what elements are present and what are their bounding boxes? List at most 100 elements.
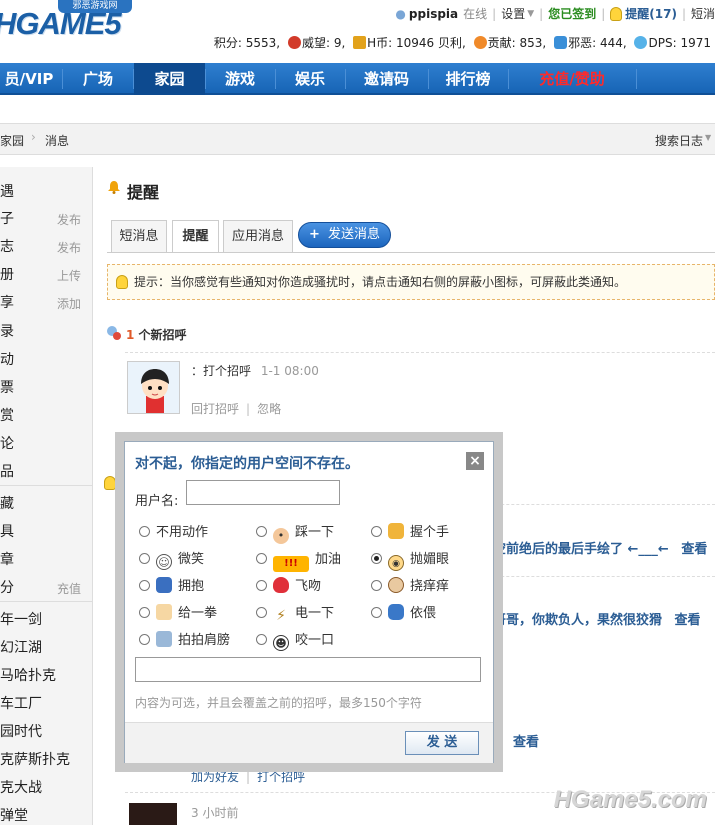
sidebar-item[interactable]: 克萨斯扑克 — [0, 749, 93, 769]
sidebar-item[interactable]: 品 — [0, 461, 93, 481]
nav-item-entertainment[interactable]: 娱乐 — [275, 63, 346, 95]
greet-link[interactable]: 打个招呼 — [257, 770, 305, 784]
sidebar-item[interactable]: 幻江湖 — [0, 637, 93, 657]
radio-button[interactable] — [256, 526, 267, 537]
radio-button[interactable] — [371, 580, 382, 591]
send-button[interactable]: 发 送 — [405, 731, 479, 755]
sidebar-action[interactable]: 上传 — [57, 267, 81, 284]
sidebar-item[interactable]: 年一剑 — [0, 609, 93, 629]
add-friend-link[interactable]: 加为好友 — [191, 770, 239, 784]
sidebar-item[interactable]: 享 添加 — [0, 292, 93, 312]
sidebar-item-label: 藏 — [0, 496, 14, 512]
option-bite[interactable]: ☻ 咬一口 — [256, 629, 334, 651]
option-smile[interactable]: ☺ 微笑 — [139, 548, 204, 570]
tab-short-message[interactable]: 短消息 — [111, 220, 167, 252]
sidebar-item[interactable]: 分 充值 — [0, 577, 93, 597]
option-tickle[interactable]: 挠痒痒 — [371, 575, 449, 594]
user-icon: ● — [395, 6, 406, 21]
nav-item-games[interactable]: 游戏 — [205, 63, 276, 95]
ignore-link[interactable]: 忽略 — [257, 402, 281, 416]
option-shock[interactable]: ⚡ 电一下 — [256, 602, 334, 624]
sidebar-item[interactable]: 遇 — [0, 181, 93, 201]
sidebar-item[interactable]: 园时代 — [0, 721, 93, 741]
sidebar-item[interactable]: 志 发布 — [0, 236, 93, 256]
notification-text: 哥哥，你欺负人，果然很狡猾 查看 — [493, 609, 701, 628]
radio-button[interactable] — [371, 607, 382, 618]
sidebar-item[interactable]: 马哈扑克 — [0, 665, 93, 685]
view-link[interactable]: 查看 — [513, 731, 539, 750]
shortmsg-link[interactable]: 短消 — [691, 5, 715, 22]
greeting-message-field[interactable] — [135, 657, 481, 682]
sidebar-item[interactable]: 册 上传 — [0, 264, 93, 284]
radio-button[interactable] — [256, 634, 267, 645]
sidebar-item-label: 录 — [0, 324, 14, 340]
avatar[interactable] — [129, 803, 177, 825]
radio-button[interactable] — [139, 526, 150, 537]
option-no-action[interactable]: 不用动作 — [139, 521, 208, 540]
sidebar-action[interactable]: 添加 — [57, 295, 81, 312]
radio-button[interactable] — [371, 526, 382, 537]
sidebar-item[interactable]: 录 — [0, 321, 93, 341]
notification-text-1: 空前绝后的最后手绘了 ←___← — [493, 542, 669, 557]
checkin-link[interactable]: 您已签到 — [548, 5, 596, 22]
radio-button[interactable] — [256, 553, 267, 564]
bulb-icon — [116, 275, 128, 289]
chevron-down-icon: ▼ — [527, 8, 535, 19]
option-stomp[interactable]: • 踩一下 — [256, 521, 334, 544]
kiss-icon — [273, 577, 289, 593]
username-field[interactable] — [186, 480, 340, 505]
sidebar-item[interactable]: 票 — [0, 377, 93, 397]
reply-greeting-link[interactable]: 回打招呼 — [191, 402, 239, 416]
close-icon[interactable]: × — [466, 452, 484, 470]
sidebar-item[interactable]: 藏 — [0, 493, 93, 513]
sidebar-item-label: 马哈扑克 — [0, 668, 56, 684]
site-logo[interactable]: HGAME5 — [0, 6, 122, 42]
sidebar-item[interactable]: 动 — [0, 349, 93, 369]
option-cuddle[interactable]: 依偎 — [371, 602, 436, 621]
sidebar-action[interactable]: 发布 — [57, 239, 81, 256]
option-kiss[interactable]: 飞吻 — [256, 575, 321, 594]
sidebar-item[interactable]: 论 — [0, 433, 93, 453]
radio-button[interactable] — [371, 553, 382, 564]
radio-button[interactable] — [139, 580, 150, 591]
username-link[interactable]: ppispia — [409, 7, 458, 21]
option-wink[interactable]: ◉ 抛媚眼 — [371, 548, 449, 571]
nav-item-invite[interactable]: 邀请码 — [345, 63, 429, 95]
send-message-button[interactable]: + 发送消息 — [298, 222, 391, 248]
radio-button[interactable] — [256, 580, 267, 591]
sidebar-item[interactable]: 子 发布 — [0, 208, 93, 228]
site-header: 邪恶游戏网 HGAME5 ● ppispia 在线 | 设置 ▼ | 您已签到 … — [0, 0, 715, 63]
sidebar-item[interactable]: 章 — [0, 549, 93, 569]
sidebar-action[interactable]: 充值 — [57, 580, 81, 597]
radio-button[interactable] — [256, 607, 267, 618]
nav-item-recharge[interactable]: 充值/赞助 — [508, 63, 637, 95]
remind-link[interactable]: 提醒(17) — [625, 5, 677, 22]
option-pat[interactable]: 拍拍肩膀 — [139, 629, 230, 648]
sidebar-action[interactable]: 发布 — [57, 211, 81, 228]
radio-button[interactable] — [139, 607, 150, 618]
tickle-icon — [388, 577, 404, 593]
sidebar-item[interactable]: 克大战 — [0, 777, 93, 797]
sidebar-item[interactable]: 弹堂 — [0, 805, 93, 825]
radio-button[interactable] — [139, 553, 150, 564]
nav-item-ranking[interactable]: 排行榜 — [428, 63, 509, 95]
tab-app-message[interactable]: 应用消息 — [223, 220, 293, 252]
radio-button[interactable] — [139, 634, 150, 645]
breadcrumb-home[interactable]: 家园 — [0, 132, 24, 149]
view-link[interactable]: 查看 — [675, 613, 701, 628]
nav-item-home[interactable]: 家园 — [134, 63, 206, 95]
settings-link[interactable]: 设置 — [501, 5, 525, 22]
sidebar-item[interactable]: 赏 — [0, 405, 93, 425]
sidebar-item[interactable]: 车工厂 — [0, 693, 93, 713]
option-handshake[interactable]: 握个手 — [371, 521, 449, 540]
sidebar-item[interactable]: 具 — [0, 521, 93, 541]
search-log-link[interactable]: 搜索日志 — [655, 132, 703, 149]
option-hug[interactable]: 拥抱 — [139, 575, 204, 594]
option-punch[interactable]: 给一拳 — [139, 602, 217, 621]
tab-remind[interactable]: 提醒 — [172, 220, 219, 253]
avatar[interactable] — [127, 361, 180, 414]
view-link[interactable]: 查看 — [681, 542, 707, 557]
nav-item-vip[interactable]: 员/VIP — [0, 63, 63, 95]
option-cheer[interactable]: !!! 加油 — [256, 548, 341, 572]
nav-item-square[interactable]: 广场 — [63, 63, 134, 95]
